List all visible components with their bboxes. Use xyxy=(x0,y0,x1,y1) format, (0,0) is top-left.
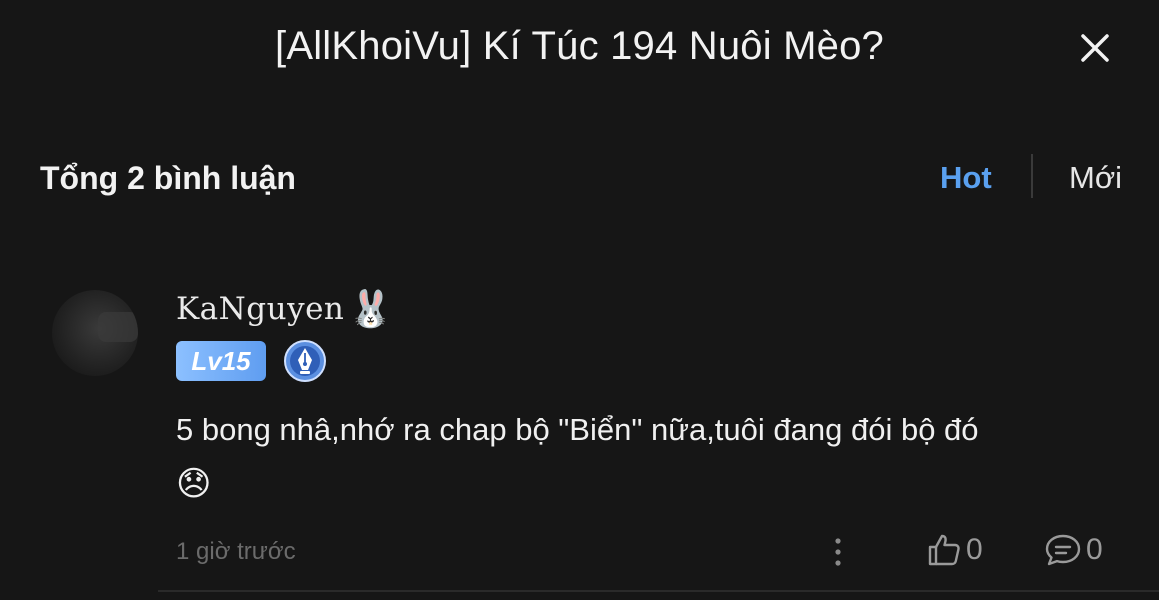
comment-item: KaNguyen 🐰 Lv15 5 bong nhâ,nhớ ra chap b… xyxy=(0,270,1159,600)
page-title: [AllKhoiVu] Kí Túc 194 Nuôi Mèo? xyxy=(275,24,884,68)
chat-bubble-icon xyxy=(1045,534,1081,566)
pen-nib-badge-icon xyxy=(284,340,326,382)
comment-username[interactable]: KaNguyen xyxy=(176,291,344,327)
comment-text-block: 5 bong nhâ,nhớ ra chap bộ "Biển" nữa,tuô… xyxy=(176,404,1106,512)
tab-hot[interactable]: Hot xyxy=(940,160,992,196)
divider xyxy=(158,590,1159,592)
like-button[interactable]: 0 xyxy=(926,528,983,572)
close-button[interactable] xyxy=(1075,28,1115,68)
reply-button[interactable]: 0 xyxy=(1044,528,1103,572)
avatar-detail xyxy=(98,312,138,342)
user-badges: Lv15 xyxy=(176,340,327,382)
more-options-button[interactable] xyxy=(826,532,850,572)
comments-toolbar: Tổng 2 bình luận Hot Mới xyxy=(0,150,1159,206)
rabbit-emoji-icon: 🐰 xyxy=(348,288,394,329)
tab-divider xyxy=(1031,154,1033,198)
modal-header: [AllKhoiVu] Kí Túc 194 Nuôi Mèo? xyxy=(0,0,1159,100)
tab-new[interactable]: Mới xyxy=(1069,160,1122,196)
reply-count: 0 xyxy=(1086,533,1103,566)
comment-text: 5 bong nhâ,nhớ ra chap bộ "Biển" nữa,tuô… xyxy=(176,412,979,447)
vertical-dots-icon xyxy=(835,538,841,566)
level-badge: Lv15 xyxy=(176,341,266,381)
thumbs-up-icon xyxy=(928,534,960,566)
close-icon xyxy=(1081,34,1109,62)
avatar[interactable] xyxy=(52,290,138,376)
disappointed-emoji-icon: 😞 xyxy=(176,465,212,503)
like-count: 0 xyxy=(966,533,983,566)
comment-count-label: Tổng 2 bình luận xyxy=(40,160,296,196)
comment-timestamp: 1 giờ trước xyxy=(176,538,296,565)
username-row: KaNguyen 🐰 xyxy=(176,284,393,334)
